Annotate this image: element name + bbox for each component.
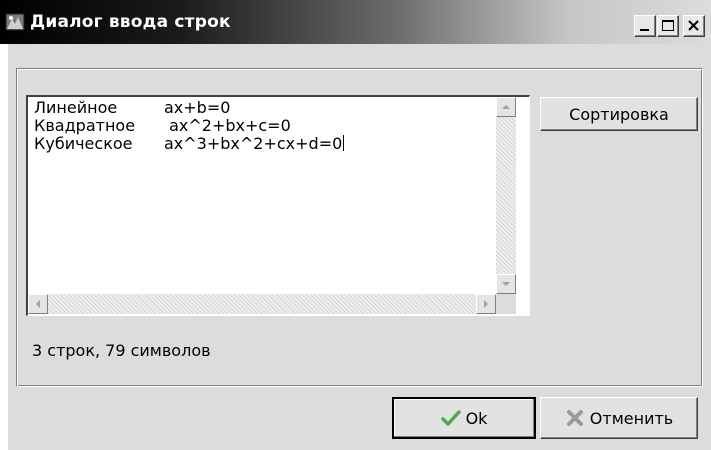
vertical-scrollbar[interactable] (496, 97, 516, 294)
minimize-icon (640, 29, 649, 31)
scroll-right-button[interactable] (476, 294, 496, 314)
close-button[interactable] (683, 15, 705, 37)
memo-editor[interactable]: Линейное ax+b=0 Квадратное ax^2+bx+c=0 Ку… (26, 95, 530, 316)
equation-type: Квадратное (34, 116, 136, 135)
scroll-up-button[interactable] (496, 97, 516, 117)
scroll-down-button[interactable] (496, 274, 516, 294)
arrow-left-icon (36, 300, 40, 308)
title-bar[interactable]: Диалог ввода строк (0, 0, 711, 44)
arrow-right-icon (484, 300, 488, 308)
minimize-button[interactable] (634, 15, 656, 37)
ok-button-label: Ok (465, 408, 488, 428)
dialog-window: Диалог ввода строк Линейное ax+b=0 Квадра… (0, 0, 711, 450)
dialog-client-area: Линейное ax+b=0 Квадратное ax^2+bx+c=0 Ку… (8, 44, 711, 450)
memo-line: Линейное ax+b=0 (34, 99, 490, 117)
close-icon (688, 20, 699, 31)
memo-line: Кубическое ax^3+bx^2+cx+d=0 (34, 135, 490, 153)
status-label: 3 строк, 79 символов (32, 341, 211, 360)
equation-formula: ax+b=0 (164, 99, 231, 117)
arrow-down-icon (502, 282, 510, 286)
equation-formula: ax^2+bx+c=0 (164, 116, 291, 135)
scrollbar-corner (496, 294, 516, 314)
equation-type: Кубическое (34, 134, 133, 153)
cross-icon (566, 410, 583, 426)
cancel-button[interactable]: Отменить (540, 397, 698, 439)
sort-button-label: Сортировка (569, 104, 669, 124)
equation-type: Линейное (34, 99, 118, 117)
app-icon (5, 13, 25, 31)
equation-formula: ax^3+bx^2+cx+d=0 (164, 134, 343, 153)
horizontal-scrollbar[interactable] (28, 294, 496, 314)
memo-text-area[interactable]: Линейное ax+b=0 Квадратное ax^2+bx+c=0 Ку… (34, 99, 490, 285)
maximize-icon (662, 20, 674, 31)
text-caret (343, 135, 345, 151)
window-title: Диалог ввода строк (30, 12, 231, 32)
scroll-left-button[interactable] (28, 294, 48, 314)
checkmark-icon (440, 410, 461, 426)
cancel-button-label: Отменить (589, 408, 674, 428)
arrow-up-icon (502, 105, 510, 109)
memo-line: Квадратное ax^2+bx+c=0 (34, 117, 490, 135)
maximize-button[interactable] (657, 15, 679, 37)
ok-button[interactable]: Ok (392, 397, 536, 439)
sort-button[interactable]: Сортировка (540, 97, 698, 131)
